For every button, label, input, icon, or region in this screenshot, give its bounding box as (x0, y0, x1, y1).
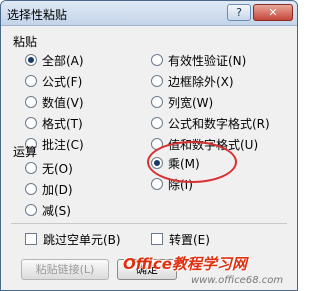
watermark-brand: Office教程学习网 (123, 255, 247, 273)
paste-option-formulas[interactable]: 公式(F) (25, 73, 82, 89)
radio-selected-icon (151, 157, 163, 169)
radio-icon (25, 204, 37, 216)
radio-icon (25, 117, 37, 129)
radio-icon (151, 117, 163, 129)
paste-option-formulas-number-formats[interactable]: 公式和数字格式(R) (151, 115, 270, 131)
checkbox-icon (151, 233, 163, 245)
radio-icon (151, 138, 163, 150)
operation-option-add[interactable]: 加(D) (25, 181, 73, 197)
operation-section-label: 运算 (13, 145, 38, 159)
operation-option-divide[interactable]: 除(I) (151, 176, 193, 192)
operation-option-subtract[interactable]: 减(S) (25, 202, 71, 218)
radio-icon (25, 96, 37, 108)
paste-option-all[interactable]: 全部(A) (25, 52, 84, 68)
radio-icon (151, 96, 163, 108)
paste-option-column-widths[interactable]: 列宽(W) (151, 94, 213, 110)
transpose-checkbox[interactable]: 转置(E) (151, 231, 210, 247)
paste-option-values-number-formats[interactable]: 值和数字格式(U) (151, 136, 258, 152)
operation-option-multiply[interactable]: 乘(M) (151, 155, 200, 171)
radio-icon (151, 54, 163, 66)
paste-option-validation[interactable]: 有效性验证(N) (151, 52, 246, 68)
divider (11, 223, 287, 224)
radio-icon (151, 178, 163, 190)
radio-icon (25, 162, 37, 174)
close-button[interactable]: ✕ (253, 4, 293, 21)
radio-icon (151, 75, 163, 87)
help-button[interactable]: ? (227, 4, 251, 21)
paste-option-formats[interactable]: 格式(T) (25, 115, 83, 131)
paste-special-dialog: 选择性粘贴 ? ✕ 粘贴 全部(A) 公式(F) 数值(V) 格式(T) 批注(… (0, 0, 298, 291)
skip-blanks-checkbox[interactable]: 跳过空单元(B) (25, 231, 121, 247)
paste-option-all-except-borders[interactable]: 边框除外(X) (151, 73, 234, 89)
dialog-title: 选择性粘贴 (7, 8, 68, 22)
operation-option-none[interactable]: 无(O) (25, 160, 73, 176)
paste-link-button[interactable]: 粘贴链接(L) (21, 259, 109, 280)
radio-selected-icon (25, 54, 37, 66)
paste-option-values[interactable]: 数值(V) (25, 94, 84, 110)
radio-icon (25, 183, 37, 195)
checkbox-icon (25, 233, 37, 245)
watermark-url: www.office68.com (191, 275, 284, 286)
radio-icon (25, 75, 37, 87)
title-bar: 选择性粘贴 ? ✕ (1, 1, 297, 26)
